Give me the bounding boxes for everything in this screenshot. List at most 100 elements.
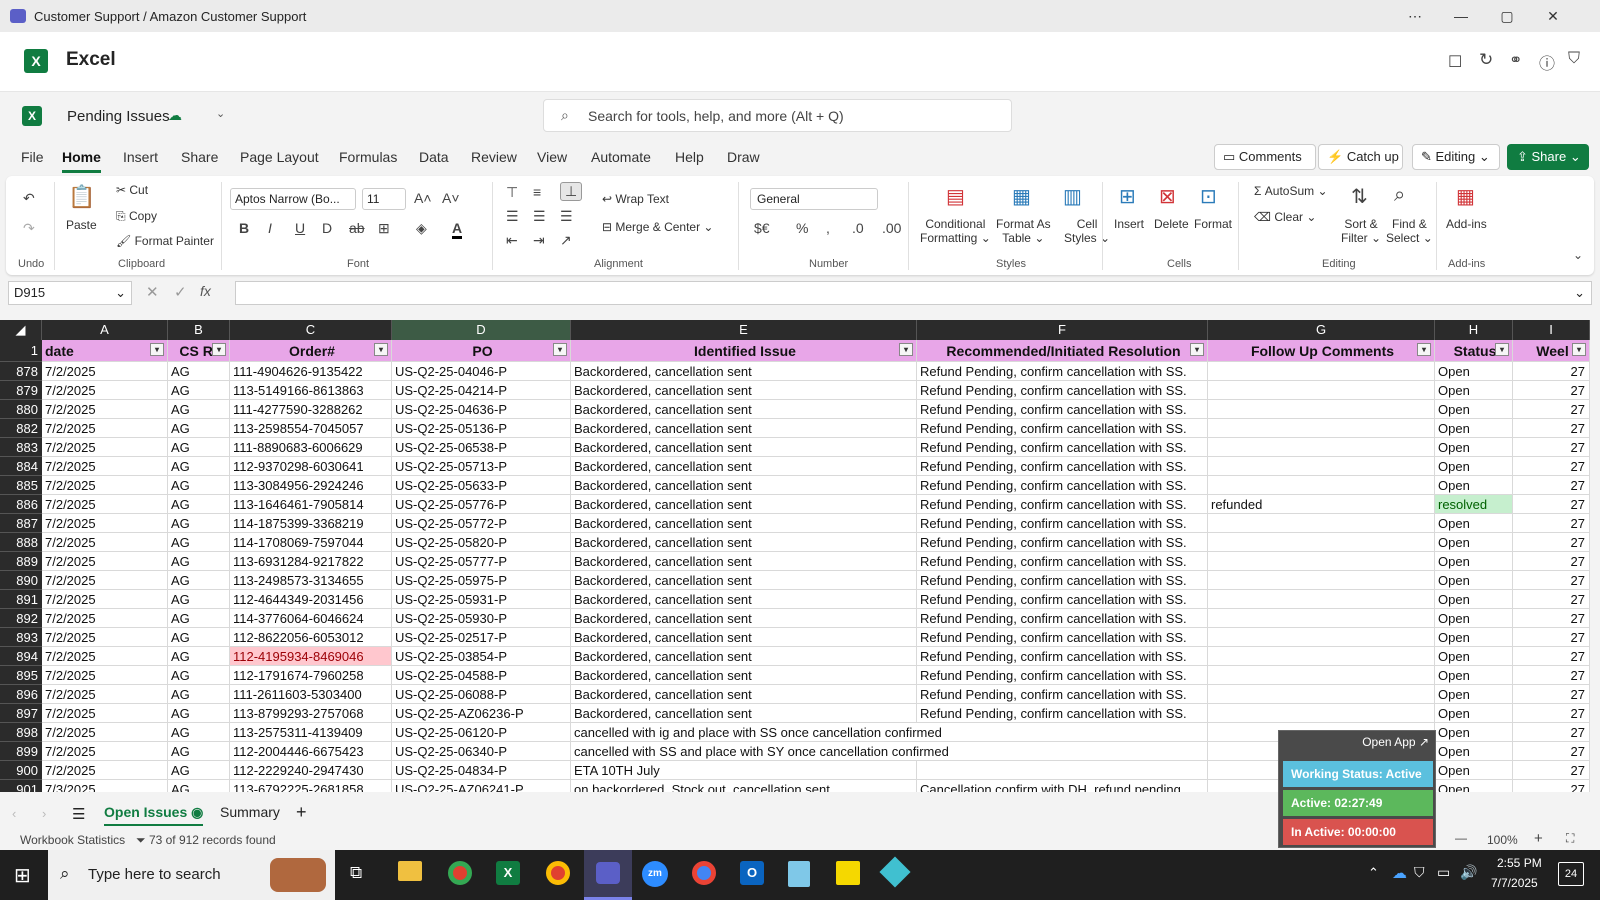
filter-dropdown-icon[interactable]: ▾ [553, 343, 567, 356]
percent-icon[interactable]: % [796, 220, 808, 236]
zoom-app-icon[interactable]: zm [642, 861, 668, 887]
align-middle-icon[interactable]: ≡ [533, 184, 541, 200]
double-underline-icon[interactable]: D [322, 220, 332, 236]
table-cell-f[interactable]: Refund Pending, confirm cancellation wit… [917, 514, 1208, 533]
table-cell-c[interactable]: 112-4195934-8469046 [230, 647, 392, 666]
cell-styles-icon[interactable]: ▥ [1063, 184, 1082, 209]
table-cell-h[interactable]: Open [1435, 647, 1513, 666]
table-cell-i[interactable]: 27 [1513, 495, 1590, 514]
copy-button[interactable]: ⎘ Copy [116, 209, 157, 224]
table-cell-a[interactable]: 7/2/2025 [42, 457, 168, 476]
table-cell-i[interactable]: 27 [1513, 609, 1590, 628]
tab-review[interactable]: Review [471, 149, 517, 165]
table-cell-b[interactable]: AG [168, 628, 230, 647]
table-cell-f[interactable]: Refund Pending, confirm cancellation wit… [917, 533, 1208, 552]
prev-sheet-icon[interactable]: ‹ [12, 806, 16, 821]
zoom-in-icon[interactable]: + [1534, 830, 1543, 847]
table-cell-c[interactable]: 113-6792225-2681858 [230, 780, 392, 792]
table-cell-b[interactable]: AG [168, 647, 230, 666]
table-cell-d[interactable]: US-Q2-25-AZ06236-P [392, 704, 571, 723]
table-cell-g[interactable] [1208, 685, 1435, 704]
tab-home[interactable]: Home [62, 149, 101, 173]
find-select-button[interactable]: Find & Select ⌄ [1386, 217, 1433, 245]
row-number[interactable]: 888 [0, 533, 42, 552]
table-cell-g[interactable] [1208, 704, 1435, 723]
excel-taskbar-icon[interactable]: X [496, 861, 520, 885]
table-cell-b[interactable]: AG [168, 761, 230, 780]
table-cell-f[interactable] [917, 761, 1208, 780]
table-cell-b[interactable]: AG [168, 362, 230, 381]
table-header-cell[interactable]: PO ▾ [392, 340, 571, 362]
table-cell-c[interactable]: 112-2004446-6675423 [230, 742, 392, 761]
row-number[interactable]: 883 [0, 438, 42, 457]
table-cell-d[interactable]: US-Q2-25-06538-P [392, 438, 571, 457]
function-icon[interactable]: fx [200, 283, 211, 299]
format-as-table-button[interactable]: Format As Table ⌄ [996, 217, 1051, 245]
table-cell-c[interactable]: 112-1791674-7960258 [230, 666, 392, 685]
table-cell-e[interactable]: Backordered, cancellation sent [571, 457, 917, 476]
sort-filter-icon[interactable]: ⇅ [1351, 184, 1368, 209]
row-number[interactable]: 898 [0, 723, 42, 742]
row-number[interactable]: 900 [0, 761, 42, 780]
tab-draw[interactable]: Draw [727, 149, 760, 165]
font-name-select[interactable]: Aptos Narrow (Bo... [230, 188, 356, 210]
tab-data[interactable]: Data [419, 149, 449, 165]
table-cell-g[interactable] [1208, 666, 1435, 685]
security-icon[interactable]: ⛉ [1414, 864, 1425, 881]
addins-button[interactable]: Add-ins [1446, 217, 1487, 231]
table-cell-a[interactable]: 7/2/2025 [42, 533, 168, 552]
undo-icon[interactable]: ↶ [23, 190, 35, 207]
catchup-button[interactable]: ⚡ Catch up [1318, 144, 1403, 170]
select-all-corner[interactable]: ◢ [0, 320, 42, 340]
table-cell-f[interactable]: Refund Pending, confirm cancellation wit… [917, 685, 1208, 704]
table-cell-b[interactable]: AG [168, 666, 230, 685]
table-cell-a[interactable]: 7/2/2025 [42, 647, 168, 666]
table-cell-h[interactable]: Open [1435, 381, 1513, 400]
table-cell-d[interactable]: US-Q2-25-05633-P [392, 476, 571, 495]
chrome-alt-icon[interactable] [692, 861, 716, 885]
table-cell-e[interactable]: Backordered, cancellation sent [571, 647, 917, 666]
table-cell-i[interactable]: 27 [1513, 438, 1590, 457]
sort-filter-button[interactable]: Sort & Filter ⌄ [1341, 217, 1381, 245]
table-cell-c[interactable]: 113-2498573-3134655 [230, 571, 392, 590]
table-cell-d[interactable]: US-Q2-25-04214-P [392, 381, 571, 400]
outlook-icon[interactable]: O [740, 861, 764, 885]
table-cell-c[interactable]: 114-3776064-6046624 [230, 609, 392, 628]
decrease-font-icon[interactable]: A˅ [442, 190, 460, 206]
table-header-cell[interactable]: CS Re ▾ [168, 340, 230, 362]
table-cell-b[interactable]: AG [168, 552, 230, 571]
table-header-cell[interactable]: Recommended/Initiated Resolution ▾ [917, 340, 1208, 362]
table-cell-b[interactable]: AG [168, 609, 230, 628]
table-cell-h[interactable]: Open [1435, 590, 1513, 609]
table-cell-c[interactable]: 112-8622056-6053012 [230, 628, 392, 647]
filter-dropdown-icon[interactable]: ▾ [150, 343, 164, 356]
table-cell-a[interactable]: 7/2/2025 [42, 514, 168, 533]
table-cell-c[interactable]: 113-2598554-7045057 [230, 419, 392, 438]
onedrive-icon[interactable]: ☁ [1392, 864, 1407, 882]
table-cell-e[interactable]: Backordered, cancellation sent [571, 514, 917, 533]
table-cell-d[interactable]: US-Q2-25-03854-P [392, 647, 571, 666]
table-cell-i[interactable]: 27 [1513, 476, 1590, 495]
table-cell-a[interactable]: 7/2/2025 [42, 571, 168, 590]
table-cell-g[interactable] [1208, 628, 1435, 647]
table-cell-e[interactable]: Backordered, cancellation sent [571, 495, 917, 514]
table-cell-h[interactable]: Open [1435, 533, 1513, 552]
column-header-g[interactable]: G [1208, 320, 1435, 340]
table-cell-f[interactable]: Refund Pending, confirm cancellation wit… [917, 704, 1208, 723]
show-hidden-icons[interactable]: ⌃ [1368, 865, 1379, 881]
app-diamond-icon[interactable] [879, 856, 911, 888]
table-cell-i[interactable]: 27 [1513, 647, 1590, 666]
table-cell-g[interactable] [1208, 590, 1435, 609]
cut-button[interactable]: ✂ Cut [116, 183, 148, 197]
table-cell-d[interactable]: US-Q2-25-04046-P [392, 362, 571, 381]
filter-dropdown-icon[interactable]: ▾ [1417, 343, 1431, 356]
filter-dropdown-icon[interactable]: ▾ [212, 343, 226, 356]
table-cell-h[interactable]: Open [1435, 742, 1513, 761]
clock-date[interactable]: 7/7/2025 [1491, 876, 1538, 890]
table-cell-h[interactable]: Open [1435, 704, 1513, 723]
increase-decimal-icon[interactable]: .0 [852, 220, 864, 236]
table-cell-f[interactable]: Refund Pending, confirm cancellation wit… [917, 495, 1208, 514]
table-header-cell[interactable]: Identified Issue ▾ [571, 340, 917, 362]
table-cell-i[interactable]: 27 [1513, 419, 1590, 438]
borders-icon[interactable]: ⊞ [378, 220, 390, 237]
